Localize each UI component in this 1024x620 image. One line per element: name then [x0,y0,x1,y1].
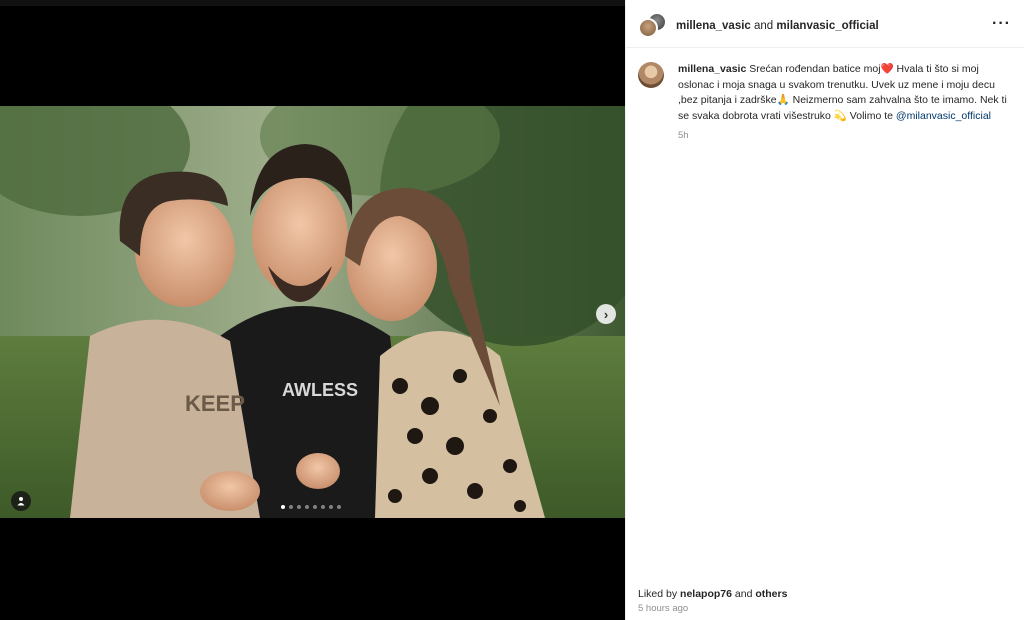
collab-avatars[interactable] [638,11,667,40]
carousel-dot [305,505,309,509]
more-horizontal-icon: ··· [992,15,1011,32]
carousel-dot [313,505,317,509]
svg-text:AWLESS: AWLESS [282,380,358,400]
post-header: millena_vasic and milanvasic_official ··… [626,4,1024,48]
post-photo[interactable]: AWLESS KEEP [0,106,625,518]
person-icon [17,497,25,506]
author-username-1[interactable]: millena_vasic [676,20,751,32]
avatar [638,17,658,38]
post-timestamp[interactable]: 5 hours ago [638,603,688,614]
carousel-dot [281,505,285,509]
caption-comment: millena_vasic Srećan rođendan batice moj… [638,62,1018,141]
post-authors: millena_vasic and milanvasic_official [676,20,879,32]
photo-illustration: AWLESS KEEP [0,106,625,518]
carousel-dot [297,505,301,509]
likes-summary: Liked by nelapop76 and others [638,588,787,600]
avatar[interactable] [638,62,664,88]
liked-by-user-link[interactable]: nelapop76 [680,588,732,600]
liked-by-and: and [734,588,753,600]
caption-time: 5h [678,130,689,141]
caption-username[interactable]: millena_vasic [678,63,746,75]
carousel-dot [321,505,325,509]
author-username-2[interactable]: milanvasic_official [776,20,878,32]
more-options-button[interactable]: ··· [992,15,1011,33]
carousel-dot [337,505,341,509]
carousel-dot [289,505,293,509]
tagged-users-button[interactable] [11,491,31,511]
caption-mention-link[interactable]: @milanvasic_official [896,110,991,122]
caption-text: millena_vasic Srećan rođendan batice moj… [678,62,1008,124]
chevron-right-icon: › [603,306,609,322]
liked-by-others-link[interactable]: others [755,588,787,600]
carousel-indicator [281,505,341,509]
post-media: AWLESS KEEP › [0,0,625,620]
carousel-dot [329,505,333,509]
post-details-panel: millena_vasic and milanvasic_official ··… [625,0,1024,620]
authors-joiner: and [754,19,774,32]
media-top-strip [0,0,625,6]
carousel-next-button[interactable]: › [596,304,616,324]
liked-by-prefix: Liked by [638,588,678,600]
svg-text:KEEP: KEEP [185,391,245,416]
